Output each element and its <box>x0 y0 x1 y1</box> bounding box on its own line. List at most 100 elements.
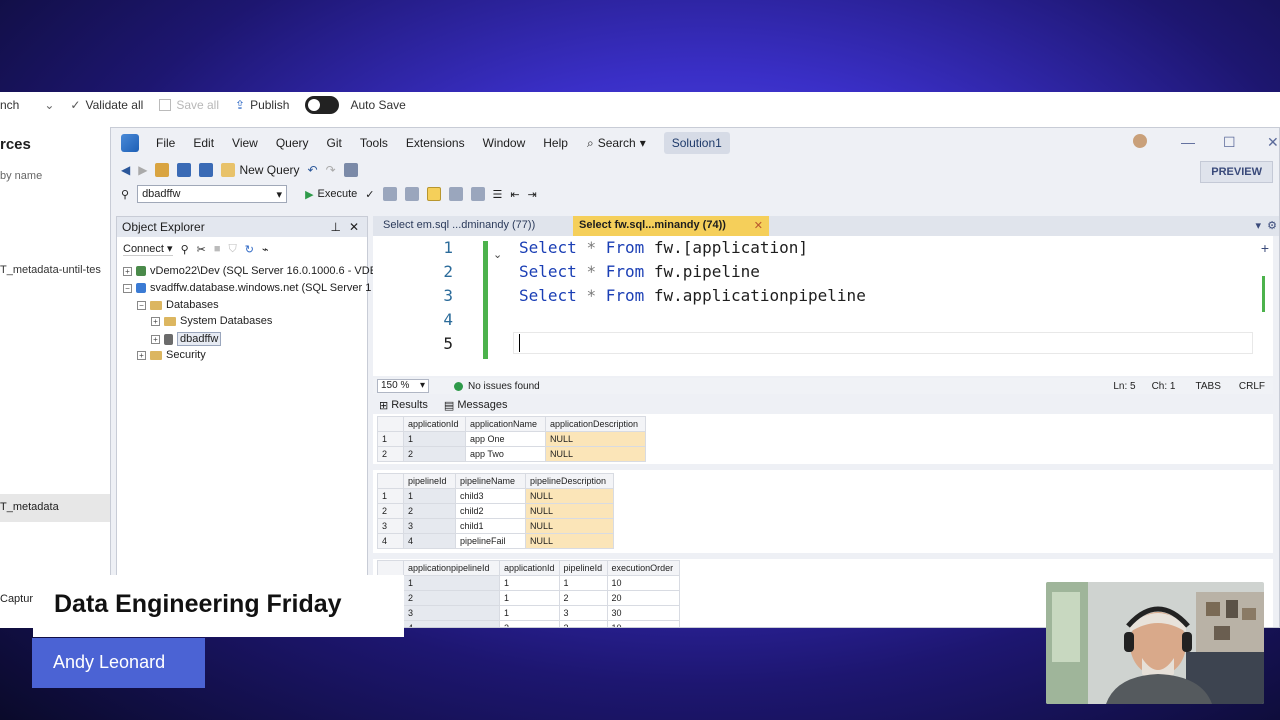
row-number[interactable]: 3 <box>377 518 404 534</box>
table-cell[interactable]: 1 <box>558 575 608 591</box>
table-cell[interactable]: 2 <box>403 446 466 462</box>
collapse-icon[interactable]: − <box>123 283 132 293</box>
table-row[interactable]: 442210 <box>377 620 680 627</box>
menu-view[interactable]: View <box>223 136 267 150</box>
column-header[interactable]: pipelineId <box>403 473 456 489</box>
indent-mode[interactable]: TABS <box>1195 381 1220 392</box>
column-header[interactable]: applicationId <box>499 560 560 576</box>
back-icon[interactable]: ◀ <box>121 163 130 177</box>
row-number[interactable]: 4 <box>377 533 404 549</box>
menu-window[interactable]: Window <box>474 136 535 150</box>
query-editor[interactable]: ⌄ 1 2 3 4 5 Select * From fw.[applicatio… <box>373 236 1273 376</box>
menu-tools[interactable]: Tools <box>351 136 397 150</box>
tab-list-icon[interactable]: ▾ <box>1255 219 1261 232</box>
connect-icon[interactable]: ⚲ <box>121 188 129 201</box>
menu-file[interactable]: File <box>147 136 184 150</box>
table-cell[interactable]: 10 <box>606 575 680 591</box>
estimated-plan-icon[interactable] <box>382 187 397 201</box>
gear-icon[interactable]: ⚙ <box>1267 219 1277 232</box>
column-header[interactable]: applicationpipelineId <box>403 560 500 576</box>
publish-button[interactable]: ⇪ Publish <box>235 98 289 112</box>
execute-button[interactable]: ▶ Execute <box>305 188 357 201</box>
resource-item-selected[interactable]: T_metadata <box>0 494 112 522</box>
results-to-file-icon[interactable] <box>470 187 485 201</box>
table-row[interactable]: 111110 <box>377 575 680 591</box>
table-cell[interactable]: NULL <box>525 488 614 504</box>
avatar[interactable] <box>1133 134 1147 148</box>
tree-node-server-local[interactable]: + vDemo22\Dev (SQL Server 16.0.1000.6 - … <box>123 265 377 277</box>
table-row[interactable]: 1 1 child3 NULL <box>377 488 614 504</box>
table-cell[interactable]: app One <box>465 431 546 447</box>
tab-results[interactable]: ⊞ Results <box>379 399 428 412</box>
row-number[interactable]: 2 <box>377 503 404 519</box>
table-cell[interactable]: NULL <box>545 431 646 447</box>
table-row[interactable]: 331330 <box>377 605 680 621</box>
resource-item[interactable]: T_metadata-until-tes <box>0 264 101 276</box>
expand-icon[interactable]: + <box>123 266 132 276</box>
collapse-icon[interactable]: − <box>137 300 146 310</box>
table-cell[interactable]: 1 <box>499 590 560 606</box>
table-cell[interactable]: 20 <box>606 590 680 606</box>
zoom-dropdown[interactable]: 150 % ▾ <box>377 379 429 393</box>
activity-icon[interactable]: ⌁ <box>262 243 269 256</box>
table-cell[interactable]: 4 <box>403 620 500 627</box>
comment-icon[interactable]: ☰ <box>493 188 503 201</box>
tree-node-server-azure[interactable]: − svadffw.database.windows.net (SQL Serv… <box>123 282 371 294</box>
row-number[interactable]: 1 <box>377 488 404 504</box>
table-cell[interactable]: child1 <box>455 518 526 534</box>
auto-save-toggle[interactable]: Auto Save <box>305 96 406 114</box>
validate-all-button[interactable]: ✓ Validate all <box>70 98 143 112</box>
row-number[interactable]: 1 <box>377 431 404 447</box>
query-options-icon[interactable] <box>404 187 419 201</box>
resource-item[interactable]: Captur <box>0 593 33 605</box>
menu-query[interactable]: Query <box>267 136 318 150</box>
connect-icon[interactable]: ⚲ <box>181 243 189 256</box>
results-grid-application[interactable]: applicationId applicationName applicationD… <box>377 416 646 462</box>
table-cell[interactable]: NULL <box>545 446 646 462</box>
indent-icon[interactable]: ⇤ <box>510 188 519 201</box>
table-cell[interactable]: 2 <box>403 503 456 519</box>
tab-messages[interactable]: ▤ Messages <box>444 399 508 412</box>
expand-icon[interactable]: + <box>151 316 160 326</box>
close-icon[interactable]: ✕ <box>349 220 359 234</box>
preview-button[interactable]: PREVIEW <box>1200 161 1273 183</box>
close-tab-icon[interactable]: ✕ <box>754 219 763 232</box>
issues-status[interactable]: No issues found <box>468 381 540 392</box>
table-row[interactable]: 1 1 app One NULL <box>377 431 646 447</box>
redo-icon[interactable]: ↷ <box>326 163 336 177</box>
table-cell[interactable]: NULL <box>525 518 614 534</box>
table-cell[interactable]: 2 <box>499 620 560 627</box>
activity-monitor-icon[interactable] <box>343 163 358 177</box>
table-cell[interactable]: 1 <box>403 488 456 504</box>
menu-help[interactable]: Help <box>534 136 577 150</box>
grid-corner[interactable] <box>377 473 404 489</box>
table-cell[interactable]: 2 <box>558 620 608 627</box>
open-folder-icon[interactable] <box>155 163 170 177</box>
refresh-icon[interactable]: ↻ <box>245 243 254 256</box>
grid-corner[interactable] <box>377 416 404 432</box>
undo-icon[interactable]: ↶ <box>308 163 318 177</box>
column-header[interactable]: applicationName <box>465 416 546 432</box>
table-cell[interactable]: 3 <box>403 605 500 621</box>
tab-select-em[interactable]: Select em.sql ...dminandy (77)) <box>377 216 541 236</box>
expand-icon[interactable]: + <box>151 334 160 344</box>
column-header[interactable]: applicationDescription <box>545 416 646 432</box>
table-cell[interactable]: pipelineFail <box>455 533 526 549</box>
branch-dropdown[interactable]: nch ⌄ <box>0 98 54 112</box>
table-cell[interactable]: 2 <box>403 590 500 606</box>
table-cell[interactable]: NULL <box>525 533 614 549</box>
split-add-icon[interactable]: + <box>1261 240 1269 256</box>
table-cell[interactable]: 3 <box>403 518 456 534</box>
stop-icon[interactable]: ■ <box>214 243 221 255</box>
row-number[interactable]: 2 <box>377 446 404 462</box>
table-cell[interactable]: child3 <box>455 488 526 504</box>
pin-icon[interactable]: ⊥ <box>331 220 341 234</box>
tab-select-fw[interactable]: Select fw.sql...minandy (74)) ✕ <box>573 216 769 236</box>
menu-extensions[interactable]: Extensions <box>397 136 474 150</box>
outdent-icon[interactable]: ⇥ <box>528 188 537 201</box>
save-icon[interactable] <box>177 163 192 177</box>
menu-git[interactable]: Git <box>318 136 351 150</box>
table-cell[interactable]: NULL <box>525 503 614 519</box>
save-all-icon[interactable] <box>199 163 214 177</box>
collapse-region-icon[interactable]: ⌄ <box>493 248 502 261</box>
